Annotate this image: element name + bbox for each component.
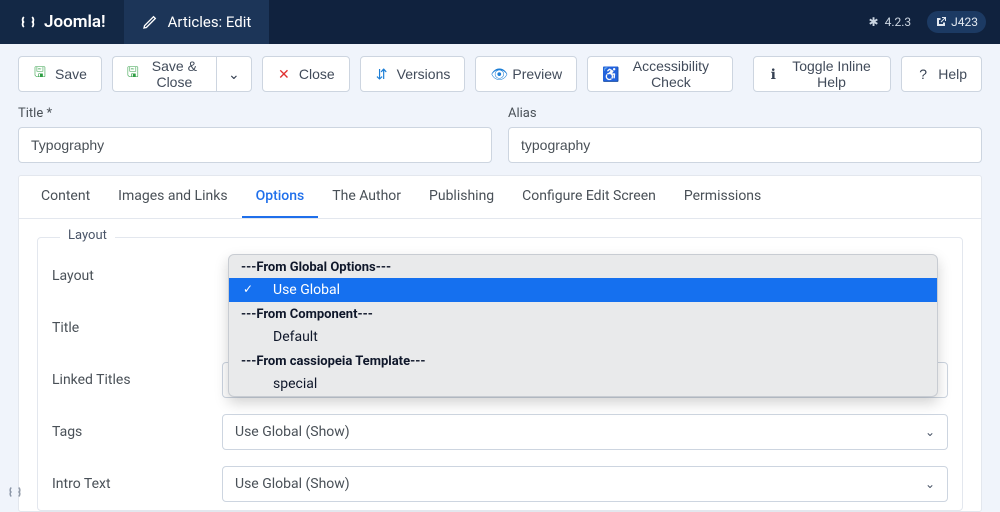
row-intro-text: Intro Text Use Global (Show) ⌄	[52, 458, 948, 510]
brand-logo[interactable]: Joomla!	[0, 0, 124, 44]
label-linked-titles: Linked Titles	[52, 372, 222, 388]
tabs: Content Images and Links Options The Aut…	[19, 176, 981, 219]
select-intro-text[interactable]: Use Global (Show) ⌄	[222, 466, 948, 502]
row-tags: Tags Use Global (Show) ⌄	[52, 406, 948, 458]
save-label: Save	[55, 66, 87, 82]
external-link-icon	[935, 16, 947, 28]
help-label: Help	[938, 66, 967, 82]
save-close-dropdown-button[interactable]: ⌄	[216, 56, 252, 92]
close-label: Close	[299, 66, 335, 82]
preview-button[interactable]: 👁 Preview	[475, 56, 577, 92]
tab-publishing[interactable]: Publishing	[415, 176, 508, 218]
select-intro-text-value: Use Global (Show)	[235, 476, 350, 492]
alias-label: Alias	[508, 106, 982, 121]
tab-images-links[interactable]: Images and Links	[104, 176, 241, 218]
versions-button[interactable]: ⇵ Versions	[360, 56, 466, 92]
select-tags[interactable]: Use Global (Show) ⌄	[222, 414, 948, 450]
accessibility-label: Accessibility Check	[624, 58, 718, 90]
optgroup-component: ---From Component---	[229, 302, 937, 325]
preview-label: Preview	[512, 66, 562, 82]
joomla-small-icon: ✱	[869, 15, 879, 29]
toggle-inline-help-button[interactable]: ℹ Toggle Inline Help	[753, 56, 892, 92]
versions-label: Versions	[397, 66, 451, 82]
brand-name: Joomla!	[44, 12, 106, 32]
pencil-icon	[142, 14, 158, 30]
label-title: Title	[52, 320, 222, 336]
chevron-down-icon: ⌄	[925, 477, 935, 491]
accessibility-icon: ♿	[602, 66, 616, 83]
joomla-corner-icon	[6, 483, 24, 501]
alias-input[interactable]	[508, 127, 982, 163]
optgroup-global: ---From Global Options---	[229, 255, 937, 278]
help-icon: ?	[916, 66, 930, 82]
save-close-group: 🖫 Save & Close ⌄	[112, 56, 252, 92]
option-use-global[interactable]: Use Global	[229, 278, 937, 302]
tab-author[interactable]: The Author	[318, 176, 415, 218]
close-button[interactable]: ✕ Close	[262, 56, 350, 92]
eye-icon: 👁	[490, 66, 504, 83]
option-special[interactable]: special	[229, 372, 937, 396]
select-tags-value: Use Global (Show)	[235, 424, 350, 440]
tab-permissions[interactable]: Permissions	[670, 176, 775, 218]
save-button[interactable]: 🖫 Save	[18, 56, 102, 92]
save-close-icon: 🖫	[127, 62, 139, 86]
title-alias-row: Title * Alias	[0, 104, 1000, 175]
page-title-bar: Articles: Edit	[124, 0, 270, 44]
page-title: Articles: Edit	[168, 13, 252, 31]
info-icon: ℹ	[768, 66, 779, 83]
label-intro-text: Intro Text	[52, 476, 222, 492]
joomla-icon	[18, 12, 38, 32]
save-icon: 🖫	[33, 62, 47, 86]
layout-dropdown[interactable]: ---From Global Options--- Use Global ---…	[228, 254, 938, 397]
label-layout: Layout	[52, 268, 222, 284]
tab-content[interactable]: Content	[27, 176, 104, 218]
title-field-col: Title *	[18, 106, 492, 163]
fieldset-legend: Layout	[60, 228, 115, 243]
brand-bar: Joomla! Articles: Edit ✱ 4.2.3 J423	[0, 0, 1000, 44]
save-close-button[interactable]: 🖫 Save & Close	[112, 56, 216, 92]
tab-options[interactable]: Options	[242, 176, 319, 218]
version-text: 4.2.3	[885, 15, 912, 29]
label-tags: Tags	[52, 424, 222, 440]
version-badge[interactable]: J423	[927, 11, 986, 33]
help-button[interactable]: ? Help	[901, 56, 982, 92]
brand-right: ✱ 4.2.3 J423	[869, 11, 1000, 33]
title-input[interactable]	[18, 127, 492, 163]
alias-field-col: Alias	[508, 106, 982, 163]
version-badge-text: J423	[951, 15, 978, 29]
close-icon: ✕	[277, 66, 291, 83]
chevron-down-icon: ⌄	[227, 66, 241, 83]
versions-icon: ⇵	[375, 66, 389, 83]
save-close-label: Save & Close	[147, 58, 202, 90]
option-default[interactable]: Default	[229, 325, 937, 349]
chevron-down-icon: ⌄	[925, 425, 935, 439]
tab-configure[interactable]: Configure Edit Screen	[508, 176, 670, 218]
title-label: Title *	[18, 106, 492, 121]
toolbar: 🖫 Save 🖫 Save & Close ⌄ ✕ Close ⇵ Versio…	[0, 44, 1000, 104]
optgroup-template: ---From cassiopeia Template---	[229, 349, 937, 372]
toggle-help-label: Toggle Inline Help	[787, 58, 876, 90]
accessibility-button[interactable]: ♿ Accessibility Check	[587, 56, 733, 92]
